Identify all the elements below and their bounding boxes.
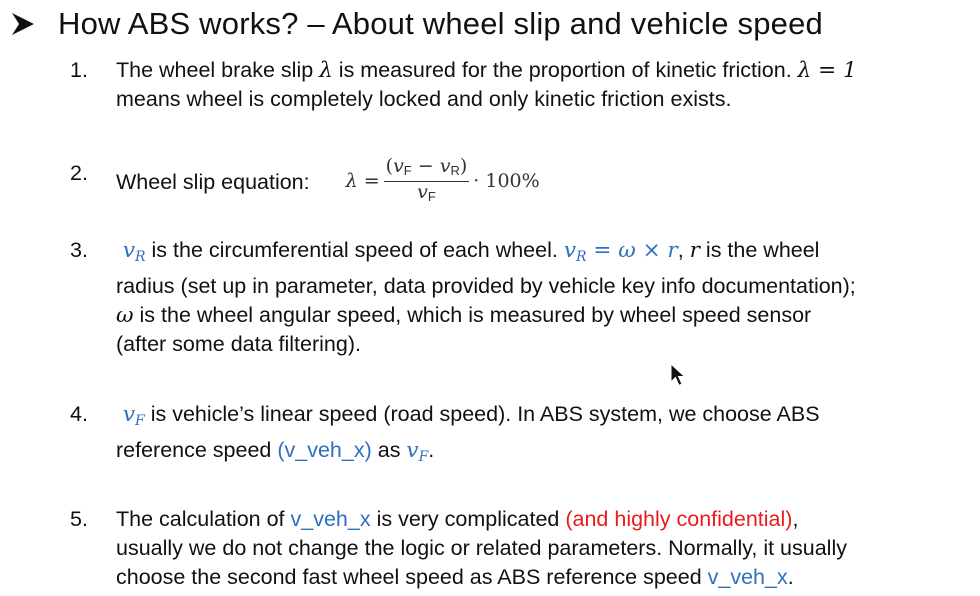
list-item-3: 3. vR is the circumferential speed of ea…	[70, 236, 960, 359]
page-title: How ABS works? – About wheel slip and ve…	[58, 6, 823, 41]
item-number: 4.	[70, 402, 88, 426]
arrowhead-bullet-icon	[12, 13, 34, 35]
equation-label: Wheel slip equation:	[116, 170, 310, 195]
highlight-v-veh-x: (v_veh_x)	[277, 438, 372, 462]
item-text: The calculation of v_veh_x is very compl…	[116, 507, 847, 589]
highlight-confidential: (and highly confidential)	[565, 507, 793, 531]
item-number: 3.	[70, 238, 88, 262]
math-lambda-equals-one: λ = 1	[797, 58, 857, 83]
item-text: Wheel slip equation: λ = (vF − vR) vF · …	[116, 155, 960, 208]
math-v-r: vR	[122, 238, 146, 265]
highlight-v-veh-x: v_veh_x	[707, 565, 788, 589]
item-number: 2.	[70, 161, 88, 185]
list-item-2: 2. Wheel slip equation: λ = (vF − vR) vF…	[70, 155, 960, 208]
wheel-slip-equation: λ = (vF − vR) vF · 100%	[345, 155, 540, 206]
mouse-pointer-icon	[670, 362, 686, 387]
highlight-v-veh-x: v_veh_x	[290, 507, 371, 531]
list-item-4: 4. vF is vehicle’s linear speed (road sp…	[70, 400, 960, 472]
math-vr-equation: vR = ω × r	[563, 238, 678, 265]
item-text: The wheel brake slip λ is measured for t…	[116, 58, 857, 111]
list-item-5: 5. The calculation of v_veh_x is very co…	[70, 505, 960, 592]
item-number: 1.	[70, 58, 88, 82]
math-v-f: vF	[122, 402, 145, 429]
fraction-denominator: vF	[417, 181, 436, 205]
list-item-1: 1. The wheel brake slip λ is measured fo…	[70, 56, 960, 114]
slip-fraction: (vF − vR) vF	[383, 157, 470, 206]
item-text: vF is vehicle’s linear speed (road speed…	[116, 402, 820, 465]
item-text: vR is the circumferential speed of each …	[116, 238, 856, 356]
fraction-numerator: (vF − vR)	[383, 157, 470, 182]
slide-title: How ABS works? – About wheel slip and ve…	[10, 2, 823, 46]
item-number: 5.	[70, 507, 88, 531]
math-v-f: vF	[406, 438, 429, 465]
